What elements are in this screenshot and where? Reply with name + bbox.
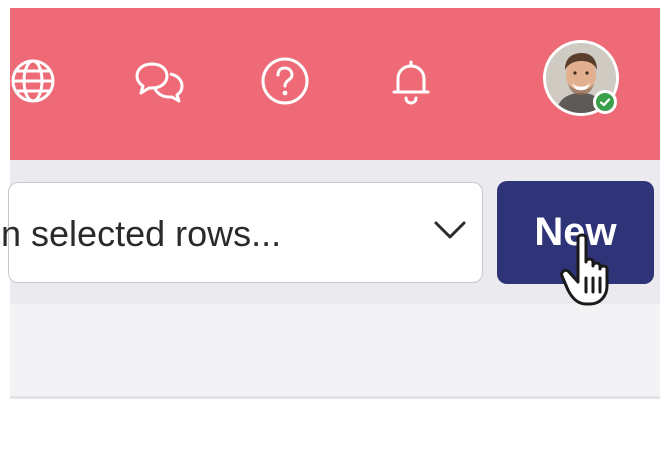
help-icon[interactable] xyxy=(260,56,310,106)
chat-icon[interactable] xyxy=(134,60,186,106)
bell-icon[interactable] xyxy=(390,58,432,106)
globe-icon[interactable] xyxy=(10,58,56,104)
bulk-action-select[interactable]: n selected rows... xyxy=(1,182,483,283)
online-status-badge xyxy=(593,90,617,114)
hand-pointer-cursor-icon xyxy=(560,233,609,306)
user-avatar[interactable] xyxy=(543,40,619,116)
chevron-down-icon xyxy=(434,221,466,239)
bulk-action-select-value: n selected rows... xyxy=(1,213,282,254)
content-area xyxy=(10,399,660,456)
top-header xyxy=(10,8,660,160)
check-icon xyxy=(599,98,611,107)
filter-bar xyxy=(10,304,660,396)
